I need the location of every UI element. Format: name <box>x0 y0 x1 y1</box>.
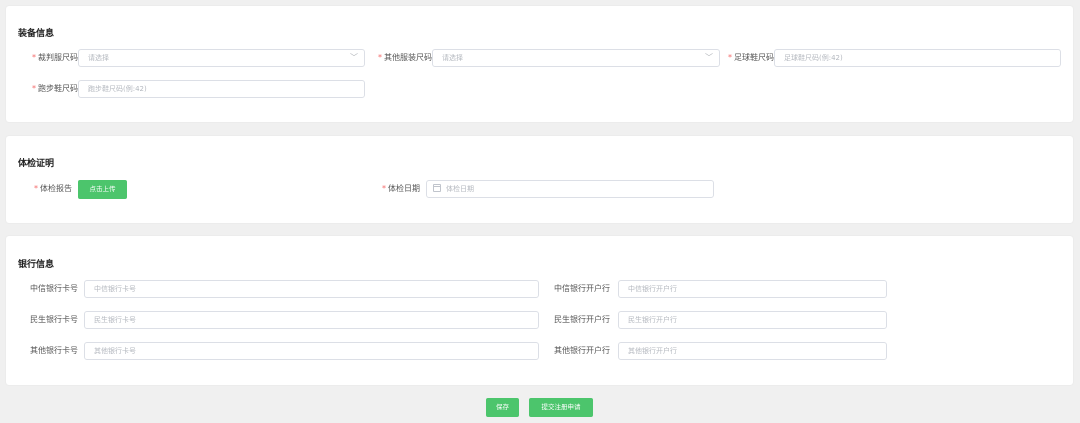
chevron-down-icon: ﹀ <box>350 53 358 62</box>
section-title: 体检证明 <box>18 159 55 169</box>
other-branch-input[interactable]: 其他银行开户行 <box>618 342 887 360</box>
upload-button[interactable]: 点击上传 <box>78 180 127 199</box>
equipment-card: 装备信息 * 裁判服尺码 请选择 ﹀ * 其他服装尺码 请选择 ﹀ * 足球鞋尺码 足… <box>6 6 1073 122</box>
section-title: 装备信息 <box>18 29 55 39</box>
other-size-select[interactable]: 请选择 ﹀ <box>432 49 720 67</box>
save-button[interactable]: 保存 <box>486 398 519 417</box>
section-title: 银行信息 <box>18 260 55 270</box>
running-shoe-label-text: 跑步鞋尺码 <box>38 84 78 93</box>
required-mark: * <box>34 184 38 193</box>
calendar-icon <box>433 184 441 192</box>
required-mark: * <box>728 53 732 62</box>
medical-report-label-text: 体检报告 <box>40 184 72 193</box>
required-mark: * <box>32 53 36 62</box>
date-placeholder: 体检日期 <box>446 185 474 193</box>
required-mark: * <box>32 84 36 93</box>
minsheng-card-label: 民生银行卡号 <box>30 315 78 324</box>
referee-size-label: * 裁判服尺码 <box>20 48 78 68</box>
running-shoe-input[interactable]: 跑步鞋尺码(例:42) <box>78 80 365 98</box>
select-placeholder: 请选择 <box>442 54 463 62</box>
bank-card: 银行信息 中信银行卡号 中信银行卡号 中信银行开户行 中信银行开户行 民生银行卡… <box>6 236 1073 385</box>
citic-card-input[interactable]: 中信银行卡号 <box>84 280 539 298</box>
minsheng-card-input[interactable]: 民生银行卡号 <box>84 311 539 329</box>
citic-card-label: 中信银行卡号 <box>30 284 78 293</box>
medical-date-picker[interactable]: 体检日期 <box>426 180 714 198</box>
other-branch-label: 其他银行开户行 <box>554 346 610 355</box>
citic-branch-label: 中信银行开户行 <box>554 284 610 293</box>
required-mark: * <box>382 184 386 193</box>
submit-registration-button[interactable]: 提交注册申请 <box>529 398 593 417</box>
other-card-input[interactable]: 其他银行卡号 <box>84 342 539 360</box>
referee-size-label-text: 裁判服尺码 <box>38 53 78 62</box>
minsheng-branch-label: 民生银行开户行 <box>554 315 610 324</box>
football-shoe-label-text: 足球鞋尺码 <box>734 53 774 62</box>
running-shoe-label: * 跑步鞋尺码 <box>20 79 78 99</box>
football-shoe-label: * 足球鞋尺码 <box>718 48 774 68</box>
other-card-label: 其他银行卡号 <box>30 346 78 355</box>
chevron-down-icon: ﹀ <box>705 53 713 62</box>
citic-branch-input[interactable]: 中信银行开户行 <box>618 280 887 298</box>
football-shoe-input[interactable]: 足球鞋尺码(例:42) <box>774 49 1061 67</box>
medical-report-label: * 体检报告 <box>28 179 72 199</box>
other-size-label-text: 其他服装尺码 <box>384 53 432 62</box>
medical-card: 体检证明 * 体检报告 点击上传 * 体检日期 体检日期 <box>6 136 1073 223</box>
medical-date-label-text: 体检日期 <box>388 184 420 193</box>
medical-date-label: * 体检日期 <box>376 179 420 199</box>
referee-size-select[interactable]: 请选择 ﹀ <box>78 49 365 67</box>
required-mark: * <box>378 53 382 62</box>
select-placeholder: 请选择 <box>88 54 109 62</box>
other-size-label: * 其他服装尺码 <box>366 48 432 68</box>
minsheng-branch-input[interactable]: 民生银行开户行 <box>618 311 887 329</box>
